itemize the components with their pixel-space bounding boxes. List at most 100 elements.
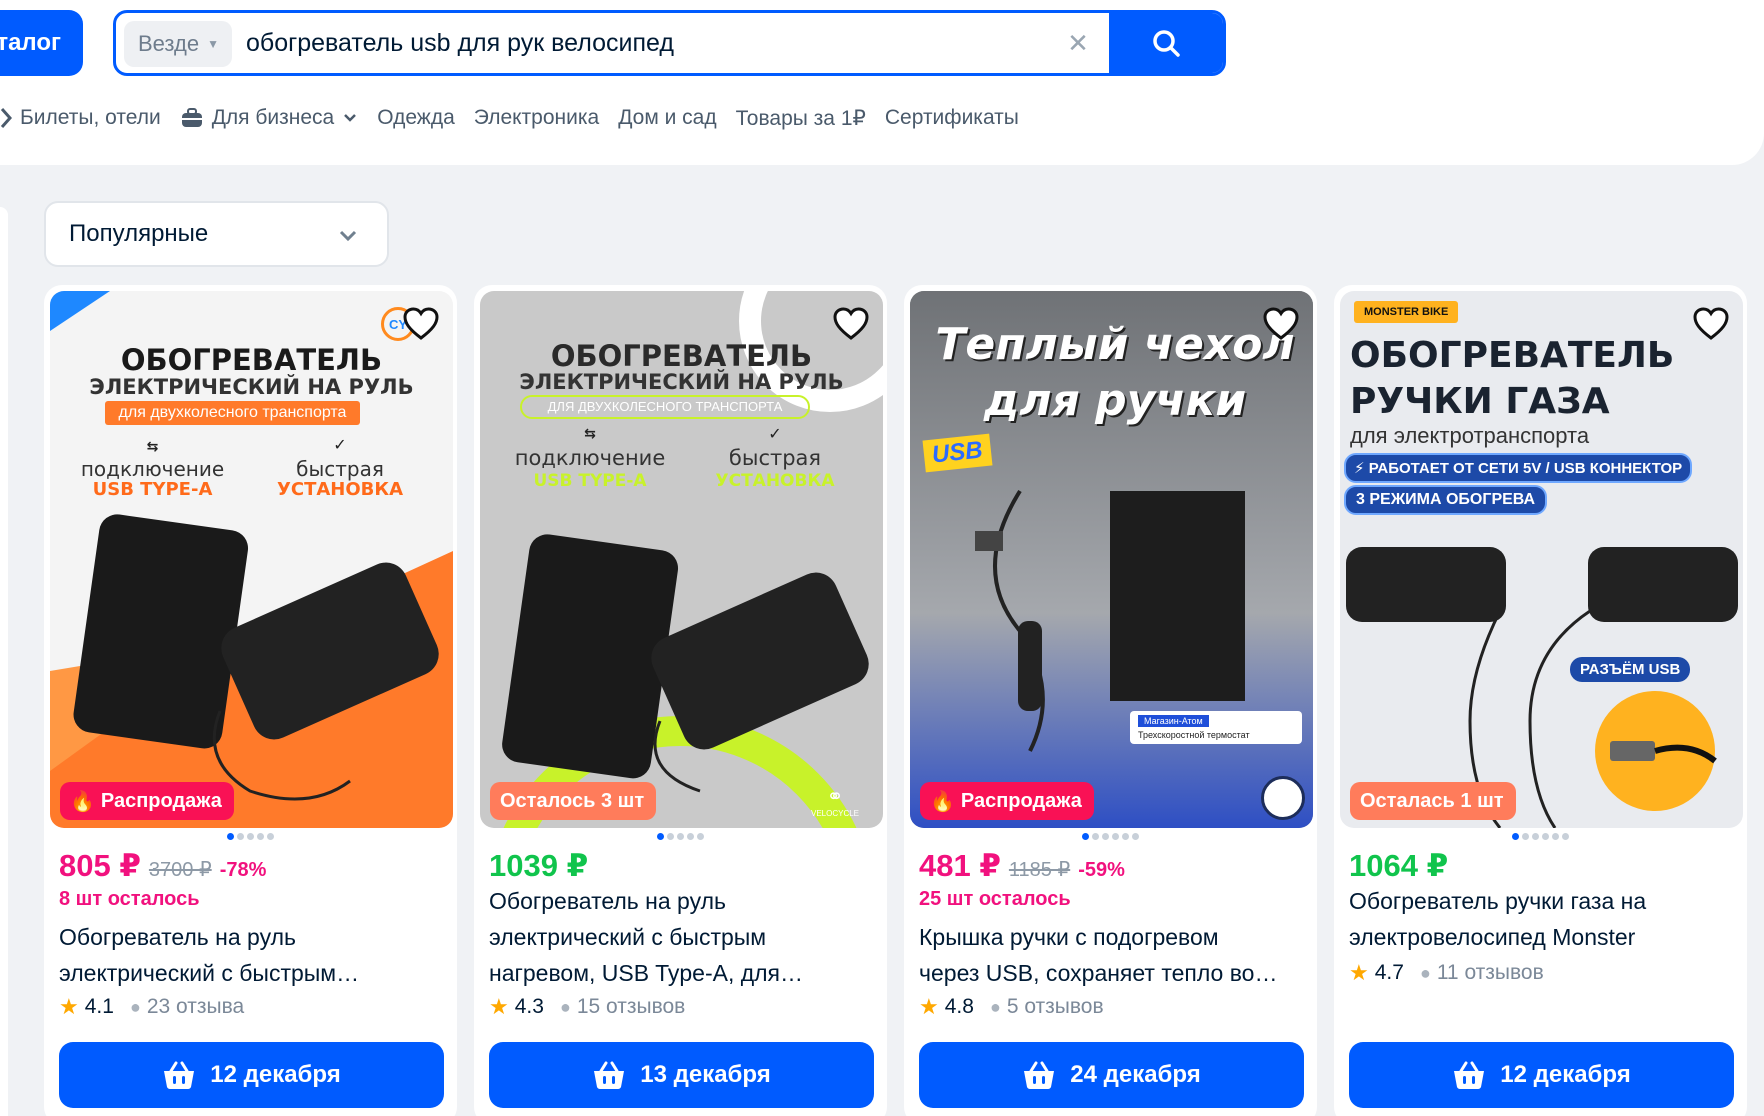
review-count[interactable]: 11 отзывов: [1437, 961, 1544, 985]
catalog-button[interactable]: талог: [0, 10, 83, 76]
pager-dot[interactable]: [1562, 833, 1569, 840]
title-line: Крышка ручки с подогревом: [919, 924, 1219, 950]
image-pager[interactable]: [904, 833, 1317, 840]
price: 481 ₽: [919, 848, 1001, 883]
image-headline: ОБОГРЕВАТЕЛЬ: [120, 343, 383, 377]
product-card[interactable]: MONSTER BIKE ОБОГРЕВАТЕЛЬ РУЧКИ ГАЗА для…: [1334, 285, 1747, 1116]
product-card[interactable]: CY ОБОГРЕВАТЕЛЬ ЭЛЕКТРИЧЕСКИЙ НА РУЛЬ дл…: [44, 285, 457, 1116]
clear-icon[interactable]: ✕: [1063, 28, 1093, 58]
title-line: Обогреватель на руль: [59, 924, 296, 950]
rating-value: 4.1: [84, 995, 114, 1018]
pager-dot[interactable]: [1122, 833, 1129, 840]
discount: -78%: [219, 859, 267, 881]
pager-dot[interactable]: [1542, 833, 1549, 840]
title-line: Обогреватель ручки газа на: [1349, 888, 1647, 914]
pager-dot[interactable]: [237, 833, 244, 840]
status-badge: Осталось 3 шт: [490, 782, 657, 820]
usb-icon: ⇆: [146, 439, 159, 455]
nav-label: Дом и сад: [618, 106, 717, 129]
image-feature: УСТАНОВКА: [715, 471, 835, 491]
image-pager[interactable]: [1334, 833, 1747, 840]
badge-label: Распродажа: [960, 789, 1082, 812]
heart-icon[interactable]: [1261, 305, 1301, 345]
review-count[interactable]: 5 отзывов: [1007, 995, 1104, 1019]
nav-label: Электроника: [473, 106, 600, 129]
delivery-button[interactable]: 13 декабря: [489, 1042, 874, 1108]
pager-dot[interactable]: [257, 833, 264, 840]
heart-icon[interactable]: [401, 305, 441, 345]
product-image[interactable]: Теплый чехол для ручки USB Магазин-Атом …: [910, 291, 1313, 828]
price-row: 1039 ₽: [489, 848, 588, 884]
bike-icon: ⚭: [826, 786, 844, 808]
nav-item-one-ruble[interactable]: Товары за 1₽: [736, 106, 866, 131]
basket-icon: [594, 1061, 625, 1089]
sort-select[interactable]: Популярные: [44, 201, 389, 267]
fire-icon: 🔥: [930, 790, 955, 813]
delivery-button[interactable]: 12 декабря: [59, 1042, 444, 1108]
review-count[interactable]: 15 отзывов: [577, 995, 686, 1019]
review-count[interactable]: 23 отзыва: [147, 995, 244, 1019]
usb-icon: ⇆: [584, 426, 596, 442]
pager-dot[interactable]: [687, 833, 694, 840]
pager-dot[interactable]: [677, 833, 684, 840]
search-input[interactable]: обогреватель usb для рук велосипед: [246, 13, 674, 73]
heart-icon[interactable]: [1691, 305, 1731, 345]
nav-item-tickets[interactable]: Билеты, отели: [0, 106, 161, 130]
product-title[interactable]: Обогреватель на руль электрический с быс…: [489, 883, 874, 991]
title-line: через USB, сохраняет тепло во…: [919, 960, 1278, 986]
pager-dot[interactable]: [1092, 833, 1099, 840]
pager-dot[interactable]: [267, 833, 274, 840]
pager-dot[interactable]: [657, 833, 664, 840]
pager-dot[interactable]: [1102, 833, 1109, 840]
pager-dot[interactable]: [227, 833, 234, 840]
plane-icon: [0, 108, 12, 128]
title-line: нагревом, USB Type-A, для…: [489, 960, 804, 986]
image-feature: USB TYPE-A: [92, 479, 213, 500]
chevron-down-icon: ▼: [207, 37, 219, 51]
product-card[interactable]: ОБОГРЕВАТЕЛЬ ЭЛЕКТРИЧЕСКИЙ НА РУЛЬ ДЛЯ Д…: [474, 285, 887, 1116]
product-image[interactable]: MONSTER BIKE ОБОГРЕВАТЕЛЬ РУЧКИ ГАЗА для…: [1340, 291, 1743, 828]
search-button[interactable]: [1109, 13, 1223, 73]
stock-count: 8 шт осталось: [59, 888, 200, 910]
pager-dot[interactable]: [667, 833, 674, 840]
price: 1064 ₽: [1349, 848, 1449, 883]
nav-item-certificates[interactable]: Сертификаты: [885, 106, 1019, 130]
pager-dot[interactable]: [1132, 833, 1139, 840]
delivery-button[interactable]: 12 декабря: [1349, 1042, 1734, 1108]
nav-item-electronics[interactable]: Электроника: [474, 106, 599, 130]
shop-name: Магазин-Атом: [1138, 715, 1209, 727]
pager-dot[interactable]: [1522, 833, 1529, 840]
nav-item-home-garden[interactable]: Дом и сад: [618, 106, 716, 130]
nav-item-clothes[interactable]: Одежда: [377, 106, 455, 130]
old-price: 3700 ₽: [148, 859, 212, 881]
nav-item-business[interactable]: Для бизнеса: [180, 106, 359, 130]
fire-icon: 🔥: [70, 790, 95, 813]
heart-icon[interactable]: [831, 305, 871, 345]
search-scope-select[interactable]: Везде ▼: [124, 21, 232, 67]
product-card[interactable]: Теплый чехол для ручки USB Магазин-Атом …: [904, 285, 1317, 1116]
product-image[interactable]: ОБОГРЕВАТЕЛЬ ЭЛЕКТРИЧЕСКИЙ НА РУЛЬ ДЛЯ Д…: [480, 291, 883, 828]
pager-dot[interactable]: [1532, 833, 1539, 840]
image-pager[interactable]: [474, 833, 887, 840]
pager-dot[interactable]: [247, 833, 254, 840]
pager-dot[interactable]: [1112, 833, 1119, 840]
pager-dot[interactable]: [1512, 833, 1519, 840]
catalog-label: талог: [0, 29, 61, 56]
thermostat-label: Трехскоростной термостат: [1138, 730, 1250, 740]
product-title[interactable]: Крышка ручки с подогревом через USB, сох…: [919, 919, 1304, 991]
product-image[interactable]: CY ОБОГРЕВАТЕЛЬ ЭЛЕКТРИЧЕСКИЙ НА РУЛЬ дл…: [50, 291, 453, 828]
pager-dot[interactable]: [1082, 833, 1089, 840]
pager-dot[interactable]: [697, 833, 704, 840]
product-title[interactable]: Обогреватель на руль электрический с быс…: [59, 919, 444, 991]
image-ribbon: ДЛЯ ДВУХКОЛЕСНОГО ТРАНСПОРТА: [520, 395, 810, 419]
pager-dot[interactable]: [1552, 833, 1559, 840]
brand-logo: ⚭ VELOCYCLE: [805, 784, 865, 818]
nav-label: Сертификаты: [884, 106, 1019, 129]
image-pager[interactable]: [44, 833, 457, 840]
comment-icon: ●: [1419, 962, 1431, 983]
status-badge: 🔥 Распродажа: [60, 782, 234, 820]
star-icon: ★: [919, 994, 939, 1019]
usb-label: РАЗЪЁМ USB: [1570, 657, 1691, 682]
product-title[interactable]: Обогреватель ручки газа на электровелоси…: [1349, 883, 1734, 955]
delivery-button[interactable]: 24 декабря: [919, 1042, 1304, 1108]
